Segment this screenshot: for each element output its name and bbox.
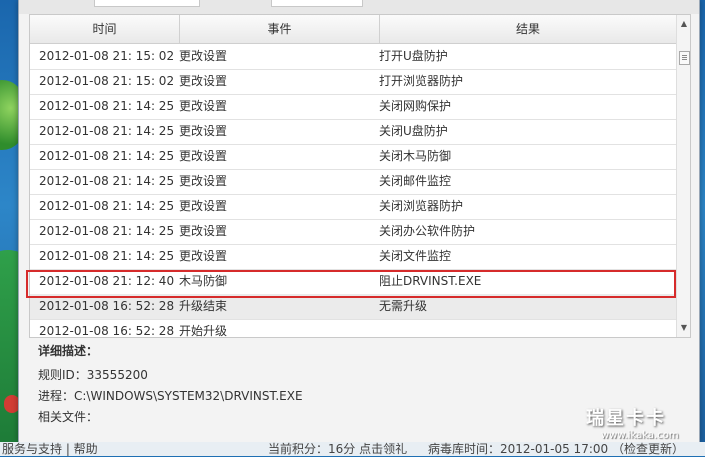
status-bar: 服务与支持 | 帮助 当前积分：16分 点击领礼 病毒库时间：2012-01-0… [0, 442, 705, 456]
filter-dropdown-2[interactable] [271, 0, 363, 7]
table-row[interactable]: 2012-01-08 21: 14: 25 更改设置 关闭网购保护 [30, 94, 676, 120]
watermark-url: www.ikaka.com [601, 430, 679, 441]
detail-title: 详细描述： [38, 344, 99, 358]
cell-event: 更改设置 [179, 174, 228, 188]
cell-event: 更改设置 [179, 149, 228, 163]
log-dialog: 时间 事件 结果 2012-01-08 21: 15: 02 更改设置 打开U盘… [18, 0, 700, 443]
watermark-logo: 瑞星卡卡 www.ikaka.com [576, 404, 698, 444]
column-header-time[interactable]: 时间 [30, 15, 180, 43]
table-row[interactable]: 2012-01-08 21: 14: 25 更改设置 关闭办公软件防护 [30, 219, 676, 245]
column-header-result[interactable]: 结果 [380, 15, 676, 43]
table-row[interactable]: 2012-01-08 21: 14: 25 更改设置 关闭文件监控 [30, 244, 676, 270]
cell-result: 打开浏览器防护 [379, 74, 464, 88]
cell-time: 2012-01-08 21: 14: 25 [39, 199, 175, 213]
cell-time: 2012-01-08 21: 14: 25 [39, 99, 175, 113]
table-header: 时间 事件 结果 [30, 15, 676, 44]
cell-time: 2012-01-08 21: 14: 25 [39, 174, 175, 188]
table-row[interactable]: 2012-01-08 21: 15: 02 更改设置 打开U盘防护 [30, 44, 676, 70]
points-status[interactable]: 当前积分：16分 点击领礼 [268, 440, 407, 457]
table-row[interactable]: 2012-01-08 21: 14: 25 更改设置 关闭木马防御 [30, 144, 676, 170]
cell-time: 2012-01-08 21: 14: 25 [39, 224, 175, 238]
scroll-up-arrow-icon[interactable]: ▲ [677, 17, 690, 31]
cell-event: 更改设置 [179, 124, 228, 138]
cell-event: 更改设置 [179, 49, 228, 63]
column-header-event[interactable]: 事件 [180, 15, 380, 43]
cell-result: 关闭网购保护 [379, 99, 452, 113]
selected-row-highlight [26, 270, 676, 298]
top-toolbar [19, 0, 699, 14]
cell-result: 关闭木马防御 [379, 149, 452, 163]
cell-event: 开始升级 [179, 324, 228, 337]
cell-time: 2012-01-08 21: 15: 02 [39, 74, 175, 88]
cell-result: 关闭邮件监控 [379, 174, 452, 188]
cell-event: 更改设置 [179, 199, 228, 213]
detail-related-files: 相关文件： [38, 410, 99, 424]
table-row[interactable]: 2012-01-08 16: 52: 28 开始升级 [30, 319, 676, 337]
cell-time: 2012-01-08 21: 15: 02 [39, 49, 175, 63]
cell-time: 2012-01-08 16: 52: 28 [39, 324, 175, 337]
cell-time: 2012-01-08 21: 14: 25 [39, 124, 175, 138]
watermark-name: 瑞星卡卡 [586, 408, 666, 429]
cell-result: 关闭办公软件防护 [379, 224, 476, 238]
table-row[interactable]: 2012-01-08 21: 15: 02 更改设置 打开浏览器防护 [30, 69, 676, 95]
cell-event: 更改设置 [179, 224, 228, 238]
cell-result: 关闭浏览器防护 [379, 199, 464, 213]
cell-event: 更改设置 [179, 99, 228, 113]
scroll-down-arrow-icon[interactable]: ▼ [677, 321, 690, 335]
cell-result: 打开U盘防护 [379, 49, 448, 63]
filter-dropdown[interactable] [94, 0, 200, 7]
detail-rule-id: 规则ID：33555200 [38, 368, 148, 382]
table-row[interactable]: 2012-01-08 21: 14: 25 更改设置 关闭U盘防护 [30, 119, 676, 145]
table-row[interactable]: 2012-01-08 21: 14: 25 更改设置 关闭邮件监控 [30, 169, 676, 195]
scrollbar-thumb[interactable] [679, 51, 690, 65]
cell-result: 关闭U盘防护 [379, 124, 448, 138]
cell-event: 更改设置 [179, 74, 228, 88]
support-help-link[interactable]: 服务与支持 | 帮助 [2, 440, 98, 457]
cell-time: 2012-01-08 21: 14: 25 [39, 249, 175, 263]
cell-event: 更改设置 [179, 249, 228, 263]
cell-result: 关闭文件监控 [379, 249, 452, 263]
cell-time: 2012-01-08 21: 14: 25 [39, 149, 175, 163]
table-row[interactable]: 2012-01-08 21: 14: 25 更改设置 关闭浏览器防护 [30, 194, 676, 220]
detail-process: 进程：C:\WINDOWS\SYSTEM32\DRVINST.EXE [38, 389, 303, 403]
vertical-scrollbar[interactable]: ▲ ▼ [676, 15, 690, 337]
